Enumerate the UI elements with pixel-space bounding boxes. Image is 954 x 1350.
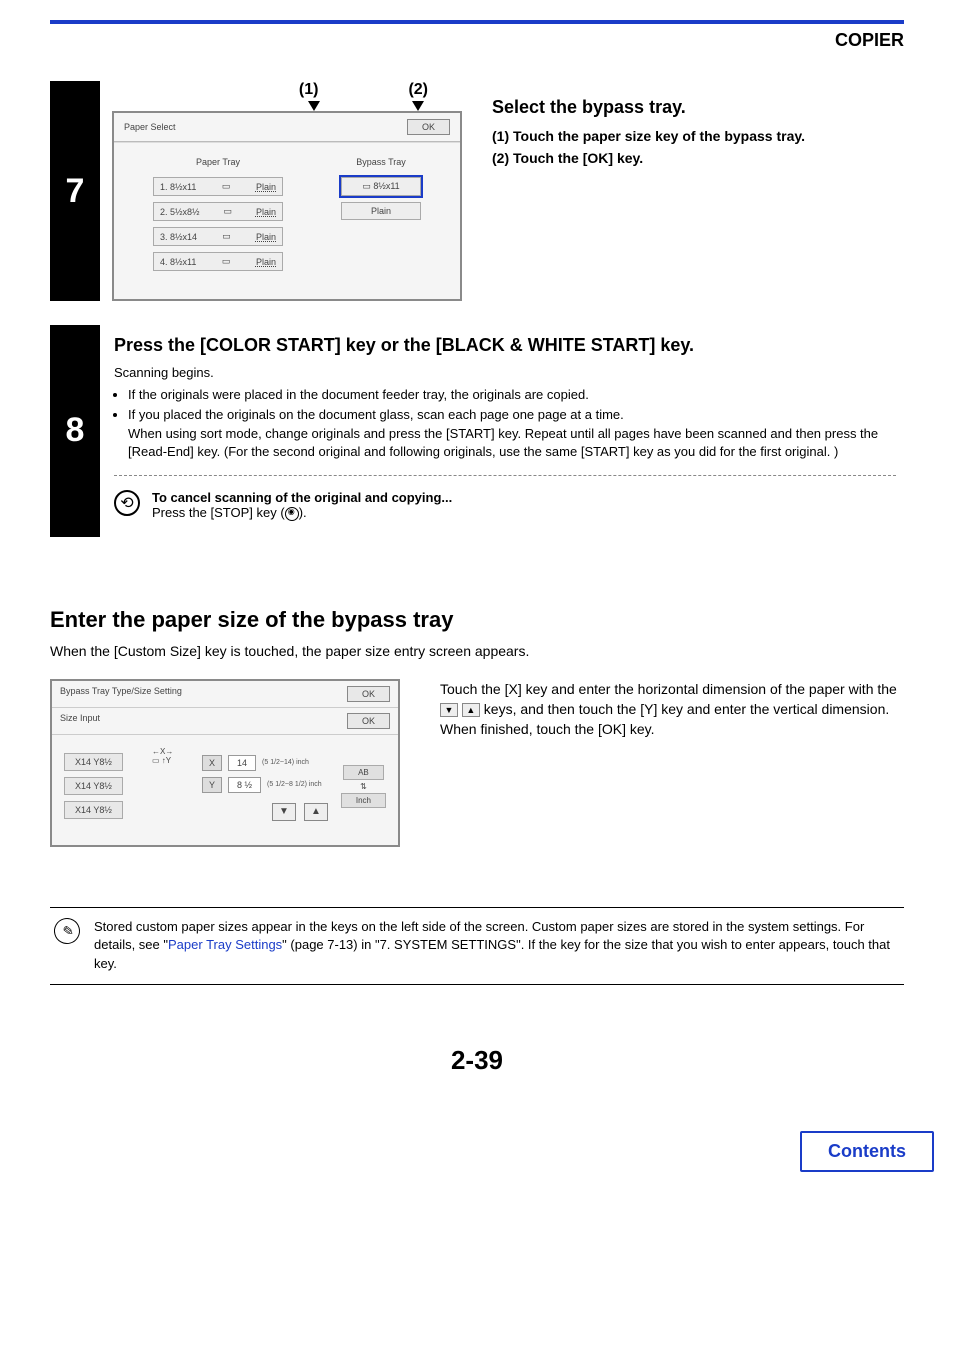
x-value: 14 — [228, 755, 256, 771]
step-8-row: 8 Press the [COLOR START] key or the [BL… — [50, 325, 904, 537]
x-range: (5 1/2~14) inch — [262, 759, 309, 766]
arrow-down-icon — [308, 101, 320, 111]
stored-size-1[interactable]: X14 Y8½ — [64, 753, 123, 771]
tray-row-3[interactable]: 3. 8½x14▭Plain — [153, 227, 283, 246]
cancel-body: Press the [STOP] key (). — [152, 505, 452, 521]
tray-row-2[interactable]: 2. 5½x8½▭Plain — [153, 202, 283, 221]
note-text: Stored custom paper sizes appear in the … — [94, 918, 900, 975]
stop-key-icon — [285, 507, 299, 521]
header-section: COPIER — [50, 20, 904, 51]
section-2-lead: When the [Custom Size] key is touched, t… — [50, 643, 904, 659]
bypass-size-button[interactable]: ▭ 8½x11 — [341, 177, 421, 196]
tray-row-4[interactable]: 4. 8½x11▭Plain — [153, 252, 283, 271]
return-icon: ⟲ — [114, 490, 140, 516]
step-7-row: 7 (1) (2) Paper Select OK Paper Tray 1. … — [50, 81, 904, 301]
step-7-heading: Select the bypass tray. — [492, 97, 904, 118]
step-7-number: 7 — [50, 81, 100, 301]
callout-1: (1) — [299, 81, 319, 99]
bypass-tray-title: Bypass Tray — [356, 157, 406, 167]
pencil-icon: ✎ — [51, 915, 83, 947]
step-8-bullet-1: If the originals were placed in the docu… — [128, 386, 896, 404]
inch-toggle[interactable]: Inch — [341, 793, 386, 808]
callout-2: (2) — [408, 81, 428, 99]
paper-tray-settings-link[interactable]: Paper Tray Settings — [168, 937, 282, 952]
ok-button[interactable]: OK — [347, 686, 390, 702]
step-8-heading: Press the [COLOR START] key or the [BLAC… — [114, 335, 896, 356]
swap-icon: ⇅ — [360, 782, 367, 791]
stored-size-2[interactable]: X14 Y8½ — [64, 777, 123, 795]
ok-button[interactable]: OK — [347, 713, 390, 729]
section-2-heading: Enter the paper size of the bypass tray — [50, 607, 904, 633]
size-panel-title: Bypass Tray Type/Size Setting — [60, 686, 182, 702]
cancel-title: To cancel scanning of the original and c… — [152, 490, 452, 505]
y-range: (5 1/2~8 1/2) inch — [267, 781, 322, 788]
x-label[interactable]: X — [202, 755, 222, 771]
increment-button[interactable]: ▲ — [304, 803, 328, 821]
divider — [114, 475, 896, 476]
tray-row-1[interactable]: 1. 8½x11▭Plain — [153, 177, 283, 196]
paper-tray-title: Paper Tray — [196, 157, 240, 167]
page-number: 2-39 — [0, 1045, 954, 1076]
step-8-number: 8 — [50, 325, 100, 537]
size-panel-subtitle: Size Input — [60, 713, 100, 729]
enter-paper-size-section: Enter the paper size of the bypass tray … — [50, 607, 904, 847]
decrement-button[interactable]: ▼ — [272, 803, 296, 821]
y-label[interactable]: Y — [202, 777, 222, 793]
bypass-type-button[interactable]: Plain — [341, 202, 421, 220]
size-input-panel: Bypass Tray Type/Size Setting OK Size In… — [50, 679, 400, 847]
paper-select-panel: Paper Select OK Paper Tray 1. 8½x11▭Plai… — [112, 111, 462, 301]
step-7-item-2: (2) Touch the [OK] key. — [492, 150, 904, 166]
contents-button[interactable]: Contents — [800, 1131, 934, 1172]
stored-size-3[interactable]: X14 Y8½ — [64, 801, 123, 819]
down-key-icon: ▼ — [440, 703, 458, 717]
section-2-para: Touch the [X] key and enter the horizont… — [440, 679, 904, 847]
y-value: 8 ½ — [228, 777, 261, 793]
arrow-down-icon — [412, 101, 424, 111]
up-key-icon: ▲ — [462, 703, 480, 717]
ok-button[interactable]: OK — [407, 119, 450, 135]
step-8-line1: Scanning begins. — [114, 364, 896, 382]
step-8-bullet-2: If you placed the originals on the docum… — [128, 406, 896, 461]
step-7-item-1: (1) Touch the paper size key of the bypa… — [492, 128, 904, 144]
ab-toggle[interactable]: AB — [343, 765, 384, 780]
panel-title: Paper Select — [124, 122, 176, 132]
note-box: ✎ Stored custom paper sizes appear in th… — [50, 907, 904, 986]
